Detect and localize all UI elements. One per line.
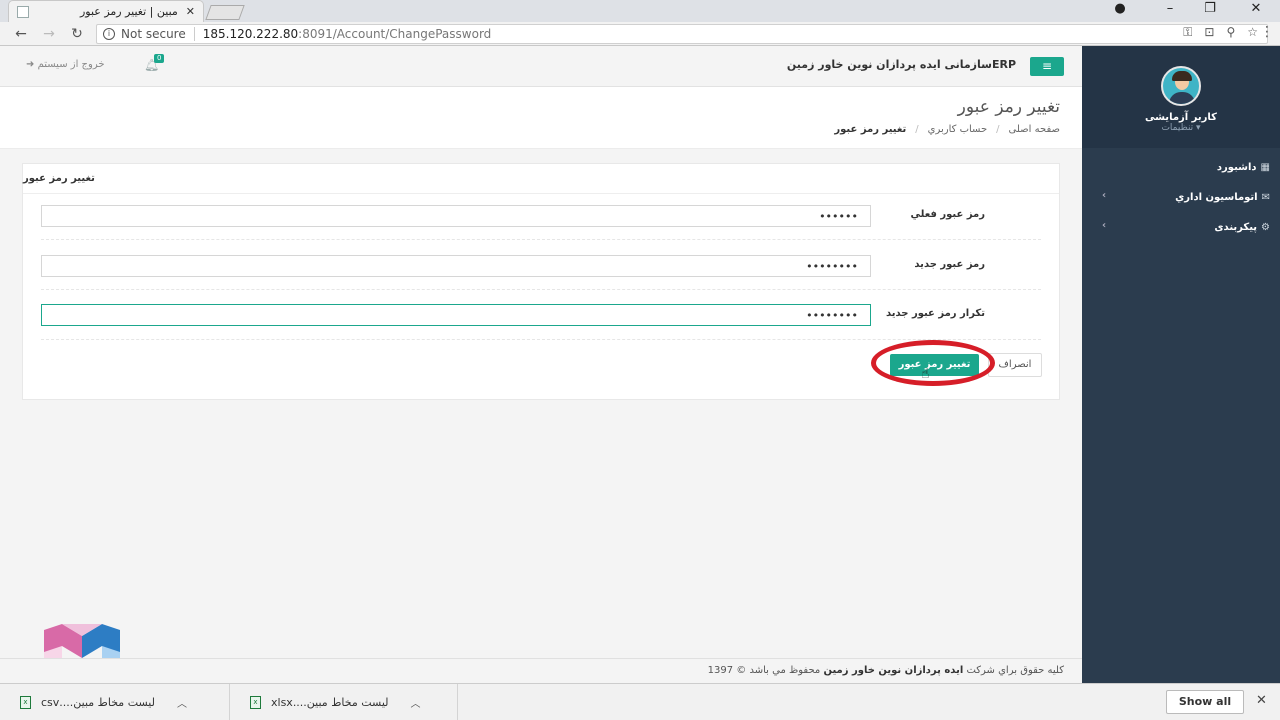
new-password-input[interactable]: •••••••• xyxy=(41,255,871,277)
sidebar: کاربر آزمایشی ▾ تنظیمات ▦ داشبورد ✉ اتوم… xyxy=(1082,46,1280,683)
close-tab-icon[interactable]: ✕ xyxy=(186,5,195,18)
info-icon[interactable]: i xyxy=(103,28,115,40)
notification-bell-icon[interactable]: 🔔︎ 0 xyxy=(144,54,165,72)
confirm-password-input[interactable]: •••••••• xyxy=(41,304,871,326)
browser-tab[interactable]: مبین | تغییر رمز عبور ✕ xyxy=(8,0,204,22)
breadcrumb-current: تغيير رمز عبور xyxy=(834,124,907,135)
close-downloads-icon[interactable]: ✕ xyxy=(1256,693,1267,708)
breadcrumb-separator: / xyxy=(915,124,919,135)
csv-file-icon: x xyxy=(20,696,31,709)
page-title: تغییر رمز عبور xyxy=(957,97,1060,117)
breadcrumb-home[interactable]: صفحه اصلی xyxy=(1009,124,1060,135)
omnibox-actions: ⚿ ⊡ ⚲ ☆ xyxy=(1183,25,1258,40)
top-navbar: ≡ ERPسازمانی ایده پردازان نوین خاور زمین… xyxy=(0,46,1082,87)
forward-icon[interactable]: → xyxy=(38,24,60,44)
show-all-button[interactable]: Show all xyxy=(1166,690,1244,714)
cogs-icon: ⚙ xyxy=(1261,221,1270,233)
profile-icon[interactable]: ● xyxy=(1100,0,1140,20)
user-name: کاربر آزمایشی xyxy=(1145,112,1217,123)
download-file-name: لیست مخاط مبین....csv xyxy=(41,696,155,709)
cancel-button[interactable]: انصراف xyxy=(988,353,1042,377)
row-divider xyxy=(41,339,1041,340)
brand-title: ERPسازمانی ایده پردازان نوین خاور زمین xyxy=(786,58,1016,71)
sidebar-item-configuration[interactable]: ⚙ پيکربندی ‹ xyxy=(1082,212,1280,242)
current-password-row: رمز عبور فعلي •••••• xyxy=(23,205,1061,227)
highlight-circle xyxy=(871,340,995,386)
url-field[interactable]: i Not secure 185.120.222.80 :8091/Accoun… xyxy=(96,24,1268,44)
copyright-text: کليه حقوق براي شرکت ایده پردازان نوین خا… xyxy=(708,665,1064,676)
minimize-icon[interactable]: – xyxy=(1150,0,1190,20)
logout-label: خروج از سیستم xyxy=(37,59,105,70)
breadcrumb: صفحه اصلی / حساب کاربري / تغيير رمز عبور xyxy=(834,124,1060,135)
new-password-label: رمز عبور جديد xyxy=(914,259,985,270)
zoom-icon[interactable]: ⚲ xyxy=(1226,25,1235,40)
copyright-company: ایده پردازان نوین خاور زمین xyxy=(823,665,964,676)
sidebar-item-label: اتوماسیون اداري xyxy=(1175,191,1258,203)
confirm-password-value: •••••••• xyxy=(806,309,858,322)
confirm-password-row: تکرار رمز عبور جديد •••••••• xyxy=(23,304,1061,326)
notification-badge: 0 xyxy=(154,54,165,63)
key-icon[interactable]: ⚿ xyxy=(1183,25,1192,40)
current-password-value: •••••• xyxy=(819,210,858,223)
close-window-icon[interactable]: ✕ xyxy=(1236,0,1276,20)
reload-icon[interactable]: ↻ xyxy=(66,24,88,44)
address-bar: ← → ↻ i Not secure 185.120.222.80 :8091/… xyxy=(0,22,1280,46)
downloads-bar: x لیست مخاط مبین....csv ︿ x لیست مخاط مب… xyxy=(0,683,1280,720)
footer: کليه حقوق براي شرکت ایده پردازان نوین خا… xyxy=(0,658,1082,683)
avatar[interactable] xyxy=(1161,66,1201,106)
page-header: تغییر رمز عبور صفحه اصلی / حساب کاربري /… xyxy=(0,87,1082,149)
menu-toggle-button[interactable]: ≡ xyxy=(1030,57,1064,76)
confirm-password-label: تکرار رمز عبور جديد xyxy=(885,308,985,319)
dashboard-icon: ▦ xyxy=(1260,161,1270,173)
chevron-up-icon[interactable]: ︿ xyxy=(177,695,187,710)
user-profile: کاربر آزمایشی ▾ تنظیمات xyxy=(1082,46,1280,148)
chevron-up-icon[interactable]: ︿ xyxy=(411,695,421,710)
sidebar-item-label: پيکربندی xyxy=(1214,221,1258,233)
url-host: 185.120.222.80 xyxy=(202,27,299,41)
user-settings-link[interactable]: ▾ تنظیمات xyxy=(1082,123,1280,133)
logout-link[interactable]: خروج از سیستم ➜ xyxy=(26,59,105,70)
page-favicon-icon xyxy=(17,5,29,18)
app-body: ≡ ERPسازمانی ایده پردازان نوین خاور زمین… xyxy=(0,46,1280,683)
hand-cursor-icon: ☝ xyxy=(921,366,930,382)
translate-icon[interactable]: ⊡ xyxy=(1204,25,1214,40)
row-divider xyxy=(41,239,1041,240)
change-password-panel: تغيير رمز عبور رمز عبور فعلي •••••• رمز … xyxy=(22,163,1060,400)
copyright-suffix: محفوظ مي باشد © 1397 xyxy=(707,665,821,676)
new-tab-button[interactable] xyxy=(205,5,245,20)
url-separator xyxy=(193,27,195,41)
tab-title: مبین | تغییر رمز عبور xyxy=(79,5,178,18)
envelope-icon: ✉ xyxy=(1261,191,1270,203)
current-password-label: رمز عبور فعلي xyxy=(910,209,985,220)
browser-tab-bar: مبین | تغییر رمز عبور ✕ ● – ❐ ✕ xyxy=(0,0,1280,22)
panel-title: تغيير رمز عبور xyxy=(23,164,1059,194)
sidebar-item-dashboard[interactable]: ▦ داشبورد xyxy=(1082,152,1280,182)
new-password-row: رمز عبور جديد •••••••• xyxy=(23,255,1061,277)
download-item-csv[interactable]: x لیست مخاط مبین....csv ︿ xyxy=(0,684,230,720)
copyright-prefix: کليه حقوق براي شرکت xyxy=(966,665,1064,676)
sidebar-item-office-automation[interactable]: ✉ اتوماسیون اداري ‹ xyxy=(1082,182,1280,212)
download-item-xlsx[interactable]: x لیست مخاط مبین....xlsx ︿ xyxy=(230,684,458,720)
url-path: :8091/Account/ChangePassword xyxy=(298,27,492,41)
sign-out-icon: ➜ xyxy=(26,59,35,70)
current-password-input[interactable]: •••••• xyxy=(41,205,871,227)
breadcrumb-separator: / xyxy=(996,124,1000,135)
chevron-left-icon: ‹ xyxy=(1102,190,1107,201)
chevron-left-icon: ‹ xyxy=(1102,220,1107,231)
breadcrumb-account[interactable]: حساب کاربري xyxy=(928,124,988,135)
security-label: Not secure xyxy=(121,27,186,41)
back-icon[interactable]: ← xyxy=(10,24,32,44)
new-password-value: •••••••• xyxy=(806,260,858,273)
download-file-name: لیست مخاط مبین....xlsx xyxy=(271,696,389,709)
xlsx-file-icon: x xyxy=(250,696,261,709)
row-divider xyxy=(41,289,1041,290)
sidebar-item-label: داشبورد xyxy=(1216,161,1257,173)
browser-menu-icon[interactable]: ⋮ xyxy=(1260,24,1274,40)
restore-icon[interactable]: ❐ xyxy=(1190,0,1230,20)
star-icon[interactable]: ☆ xyxy=(1247,25,1258,40)
